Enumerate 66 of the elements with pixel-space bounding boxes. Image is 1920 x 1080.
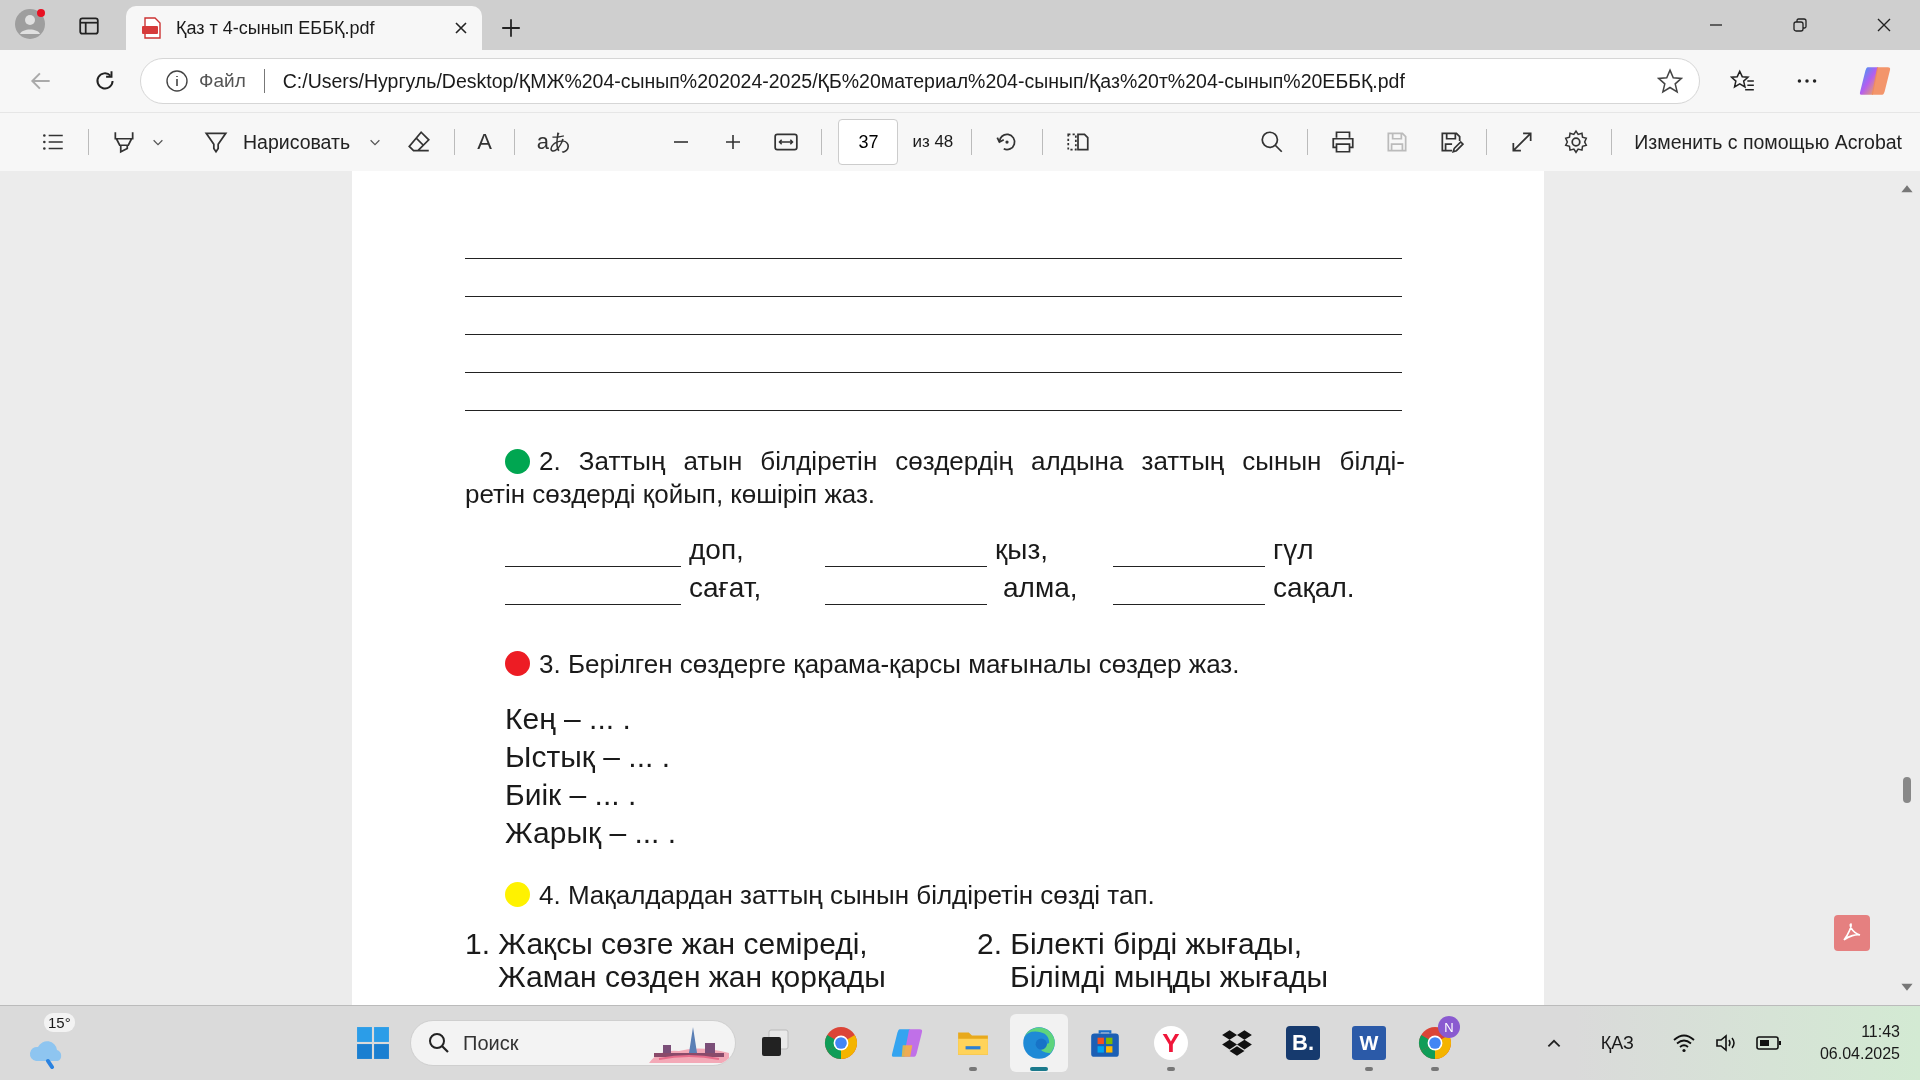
app-letter: Y	[1154, 1026, 1188, 1060]
scheme-label: Файл	[199, 70, 246, 92]
app-letter: B.	[1286, 1026, 1320, 1060]
page-number-field[interactable]: 37	[838, 119, 899, 165]
scrollbar-thumb[interactable]	[1903, 777, 1911, 803]
antonym-item: Ыстық – ... .	[505, 739, 670, 775]
proverb-line: 1. Жақсы сөзге жан семіреді,	[465, 927, 868, 960]
ring-logo-icon	[824, 1026, 858, 1060]
close-icon[interactable]	[454, 21, 468, 35]
print-icon[interactable]	[1330, 129, 1357, 155]
restore-icon[interactable]	[1792, 17, 1808, 33]
language-indicator[interactable]: ҚАЗ	[1600, 1032, 1634, 1054]
close-icon[interactable]	[1876, 17, 1892, 33]
draw-button[interactable]: Нарисовать	[175, 129, 361, 155]
window-stack-icon	[759, 1027, 791, 1059]
pen-icon	[203, 129, 229, 155]
antonym-item: Биік – ... .	[505, 777, 637, 813]
star-icon[interactable]	[1657, 68, 1683, 94]
clock-date[interactable]: 06.04.2025	[1819, 1043, 1900, 1065]
search-field[interactable]: Поиск	[461, 1030, 615, 1056]
edit-with-acrobat-button[interactable]: Изменить с помощью Acrobat	[1620, 130, 1902, 154]
settings-icon[interactable]	[1563, 129, 1590, 155]
highlighter-icon[interactable]	[111, 129, 137, 155]
taskbar-app[interactable]: Y	[1142, 1014, 1200, 1072]
save-as-icon[interactable]	[1438, 129, 1465, 155]
read-aloud-button[interactable]: A	[463, 129, 506, 155]
taskbar-app[interactable]: W	[1340, 1014, 1398, 1072]
tab-panel-icon[interactable]	[78, 15, 100, 37]
word: алма,	[1003, 571, 1078, 605]
translate-button[interactable]: aあ	[522, 127, 587, 157]
page-total: из 48	[912, 132, 954, 152]
clock-time[interactable]: 11:43	[1861, 1021, 1900, 1043]
word: сақал.	[1273, 571, 1355, 605]
url-text: C:/Users/Нургуль/Desktop/ҚМЖ%204-сынып%202024-2025/ҚБ%20материал%204-сынып/Қаз%20т%204-сынып%20ЕББҚ.pdf	[282, 69, 1406, 93]
word: сағат,	[689, 571, 762, 605]
wave-logo-icon	[1021, 1025, 1057, 1061]
eraser-icon[interactable]	[406, 129, 433, 155]
profile-badge: N	[1438, 1016, 1460, 1038]
search-box[interactable]: Поиск	[410, 1020, 736, 1066]
info-icon[interactable]	[165, 69, 189, 93]
antonym-item: Кең – ... .	[505, 701, 631, 737]
acrobat-icon[interactable]	[1834, 915, 1870, 951]
windows-start-icon[interactable]	[356, 1026, 390, 1060]
swirl-logo-icon	[890, 1026, 924, 1060]
temperature: 15°	[44, 1013, 75, 1032]
address-bar[interactable]: Файл C:/Users/Нургуль/Desktop/ҚМЖ%204-сынып%202024-2025/ҚБ%20материал%204-сынып/Қаз%20т%204-сынып%20ЕББҚ.pdf	[140, 58, 1700, 104]
task-text: 3. Берілген сөздерге қарама-қарсы мағыналы сөздер жаз.	[539, 649, 1240, 679]
proverb-line: 2. Білекті бірді жығады,	[977, 927, 1303, 960]
word: гүл	[1273, 533, 1314, 567]
task-text: 2. Заттың атын білдіретін сөздердің алдына заттың сынын білді- ретін сөздерді қойып, көшіріп жаз.	[465, 445, 1405, 511]
taskbar-app[interactable]: B.	[1274, 1014, 1332, 1072]
taskbar-app[interactable]: N	[1406, 1014, 1464, 1072]
app-letter: W	[1352, 1026, 1386, 1060]
swirl-logo-icon[interactable]	[1858, 64, 1892, 98]
profile-avatar[interactable]	[14, 8, 48, 42]
proverb-line: Білімді мыңды жығады	[1009, 960, 1329, 993]
browser-tab[interactable]: Қаз т 4-сынып ЕББҚ.pdf	[126, 6, 482, 50]
pdf-file-icon	[140, 16, 164, 40]
battery-icon[interactable]	[1755, 1035, 1782, 1051]
search-icon	[427, 1031, 451, 1055]
proverb-line: Жаман сөзден жан қорқады	[497, 960, 886, 993]
word: қыз,	[995, 533, 1048, 567]
task-text: 4. Мақалдардан заттың сынын білдіретін сөзді тап.	[539, 880, 1155, 910]
new-tab-icon[interactable]	[500, 17, 522, 39]
antonym-item: Жарық – ... .	[505, 815, 677, 851]
word: доп,	[689, 533, 744, 567]
